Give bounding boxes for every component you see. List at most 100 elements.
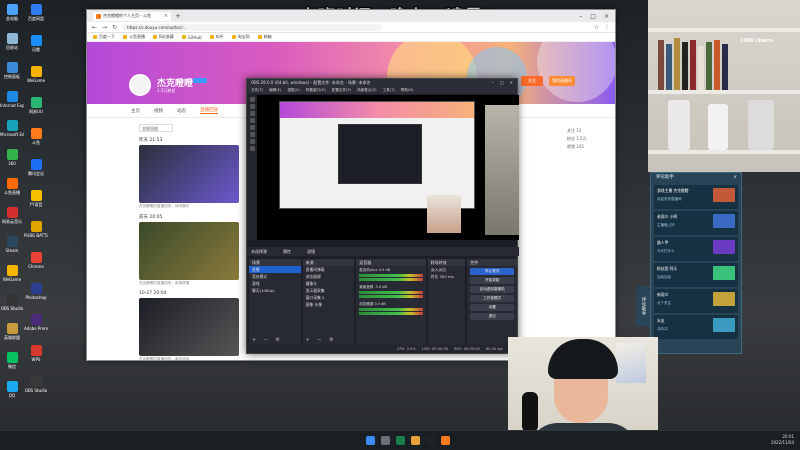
tool-icon[interactable] (249, 104, 255, 109)
tool-icon[interactable] (249, 139, 255, 144)
desktop-icon[interactable]: Adobe Premiere (24, 314, 48, 331)
minimize-icon[interactable]: – (492, 79, 494, 87)
desktop-icon[interactable]: Microsoft Edge (0, 120, 24, 137)
bookmark-item[interactable]: B站收藏 (153, 34, 174, 40)
video-title[interactable]: 杰克瞪瞪的直播回放 - 单机游戏 (139, 357, 245, 362)
source-property-item[interactable]: 滤镜 (307, 247, 315, 256)
follow-button[interactable]: 关注 (521, 76, 543, 86)
source-item[interactable]: 直播间弹幕 (303, 266, 355, 273)
video-title[interactable]: 杰克瞪瞪的直播回放 - 休闲娱乐 (139, 204, 245, 209)
chat-tab[interactable]: 评论助手 (636, 286, 650, 326)
desktop-icon[interactable]: 回收站 (0, 33, 24, 50)
desktop-icon[interactable]: WPS (24, 345, 48, 362)
bookmark-item[interactable]: 斗鱼直播 (123, 34, 145, 40)
desktop-icon[interactable]: QQ (0, 381, 24, 398)
bookmark-item[interactable]: GitHub (181, 35, 202, 40)
desktop-icon[interactable]: 控制面板 (0, 62, 24, 79)
start-icon[interactable] (366, 436, 375, 445)
video-thumbnail[interactable] (139, 222, 239, 280)
channel-tab[interactable]: 动态 (177, 108, 186, 114)
desktop-icon[interactable]: 百度网盘 (24, 4, 48, 21)
source-item[interactable]: 摄像头 (303, 280, 355, 287)
video-thumbnail[interactable] (139, 145, 239, 203)
desktop-icon[interactable]: PUBG BATTLEGR (24, 221, 48, 238)
chat-message[interactable]: 路人甲 今天打什么 (654, 237, 738, 261)
obs-menu-item[interactable]: 文件(F) (251, 87, 263, 94)
control-button[interactable]: 退出 (470, 313, 515, 320)
channel-tab[interactable]: 直播回放 (200, 107, 218, 114)
search-icon[interactable] (381, 436, 390, 445)
desktop-icon[interactable]: Chrome (24, 252, 48, 269)
desktop-icon[interactable]: 微信 (0, 352, 24, 369)
scene-item[interactable]: 竞技模式 (249, 273, 301, 280)
obs-menu-item[interactable]: 停靠窗口(D) (306, 87, 326, 94)
star-icon[interactable]: ☆ (594, 24, 599, 31)
control-button[interactable]: 工作室模式 (470, 295, 515, 302)
browser-tab[interactable]: 杰克瞪瞪的个人主页 - 斗鱼 × (93, 11, 171, 21)
desktop-icon[interactable]: 腾讯会议 (24, 159, 48, 176)
scene-controls[interactable]: + − ⚙ (252, 337, 283, 343)
chrome-icon[interactable] (411, 436, 420, 445)
obs-preview[interactable] (257, 95, 519, 240)
bookmark-item[interactable]: 淘宝网 (231, 34, 250, 40)
system-tray[interactable]: 20:01 2022/11/04 (771, 434, 794, 446)
minimize-icon[interactable]: – (579, 13, 582, 20)
control-button[interactable]: 开始录制 (470, 277, 515, 284)
source-item[interactable]: 浏览器源 (303, 273, 355, 280)
control-button[interactable]: 停止推流 (470, 268, 515, 275)
close-icon[interactable]: × (733, 173, 741, 183)
bookmark-item[interactable]: 百度一下 (93, 34, 115, 40)
reload-icon[interactable]: ↻ (112, 24, 117, 31)
douyu-icon[interactable] (441, 436, 450, 445)
tool-icon[interactable] (249, 146, 255, 151)
desktop-icon[interactable]: 斗鱼直播 (0, 178, 24, 195)
new-tab-icon[interactable]: + (175, 12, 181, 20)
live-room-button[interactable]: 我的直播间 (549, 76, 575, 86)
desktop-icon[interactable]: 此电脑 (0, 4, 24, 21)
avatar[interactable] (129, 74, 151, 96)
desktop-icon[interactable]: Photoshop (24, 283, 48, 300)
source-property-item[interactable]: 属性 (283, 247, 291, 256)
forward-icon[interactable]: → (102, 24, 107, 31)
chat-message[interactable]: 老观众 小明 主播晚上好 (654, 211, 738, 235)
obs-menu-item[interactable]: 帮助(H) (401, 87, 414, 94)
desktop-icon[interactable]: YY语音 (24, 190, 48, 207)
obs-icon[interactable] (426, 436, 435, 445)
desktop-icon[interactable]: WeGame (24, 66, 48, 83)
source-item[interactable]: 图像 头像 (303, 301, 355, 308)
menu-icon[interactable]: ⋮ (604, 24, 610, 31)
video-thumbnail[interactable] (139, 298, 239, 356)
transition-setting[interactable]: 时长 300 ms (428, 273, 466, 280)
source-controls[interactable]: + − ⚙ (306, 337, 337, 343)
desktop-icon[interactable]: 斗鱼 (24, 128, 48, 145)
tool-icon[interactable] (249, 97, 255, 102)
close-icon[interactable]: × (510, 79, 513, 87)
obs-menu-item[interactable]: 工具(T) (383, 87, 395, 94)
scene-item[interactable]: 直播 (249, 266, 301, 273)
scene-item[interactable]: 聊天(1080p) (249, 287, 301, 294)
source-item[interactable]: 显示器采集 (303, 287, 355, 294)
close-tab-icon[interactable]: × (164, 13, 168, 19)
bookmark-item[interactable]: 邮箱 (257, 34, 272, 40)
obs-menu-item[interactable]: 场景集合(S) (357, 87, 376, 94)
explorer-icon[interactable] (396, 436, 405, 445)
desktop-icon[interactable]: OBS Studio (0, 294, 24, 311)
source-item[interactable]: 窗口采集 2 (303, 294, 355, 301)
desktop-icon[interactable]: 360 (0, 149, 24, 166)
tool-icon[interactable] (249, 125, 255, 130)
filter-select[interactable]: 全部回放 (139, 124, 173, 132)
tool-icon[interactable] (249, 111, 255, 116)
control-button[interactable]: 启动虚拟摄像机 (470, 286, 515, 293)
desktop-icon[interactable]: 网易UU (24, 97, 48, 114)
maximize-icon[interactable]: □ (500, 79, 504, 87)
chat-message[interactable]: 新观众 点个关注 (654, 289, 738, 313)
transition-setting[interactable]: 淡入淡出 (428, 266, 466, 273)
desktop-icon[interactable]: WeGame (0, 265, 24, 282)
obs-menu-item[interactable]: 配置文件(P) (332, 87, 351, 94)
tool-icon[interactable] (249, 132, 255, 137)
obs-window[interactable]: OBS 29.0.0 (64-bit, windows) - 配置文件: 未命名… (246, 78, 519, 354)
chat-message[interactable]: 粉丝团 阿乐 加油加油 (654, 263, 738, 287)
desktop-icon[interactable]: Steam (0, 236, 24, 253)
channel-tab[interactable]: 视频 (154, 108, 163, 114)
control-button[interactable]: 设置 (470, 304, 515, 311)
